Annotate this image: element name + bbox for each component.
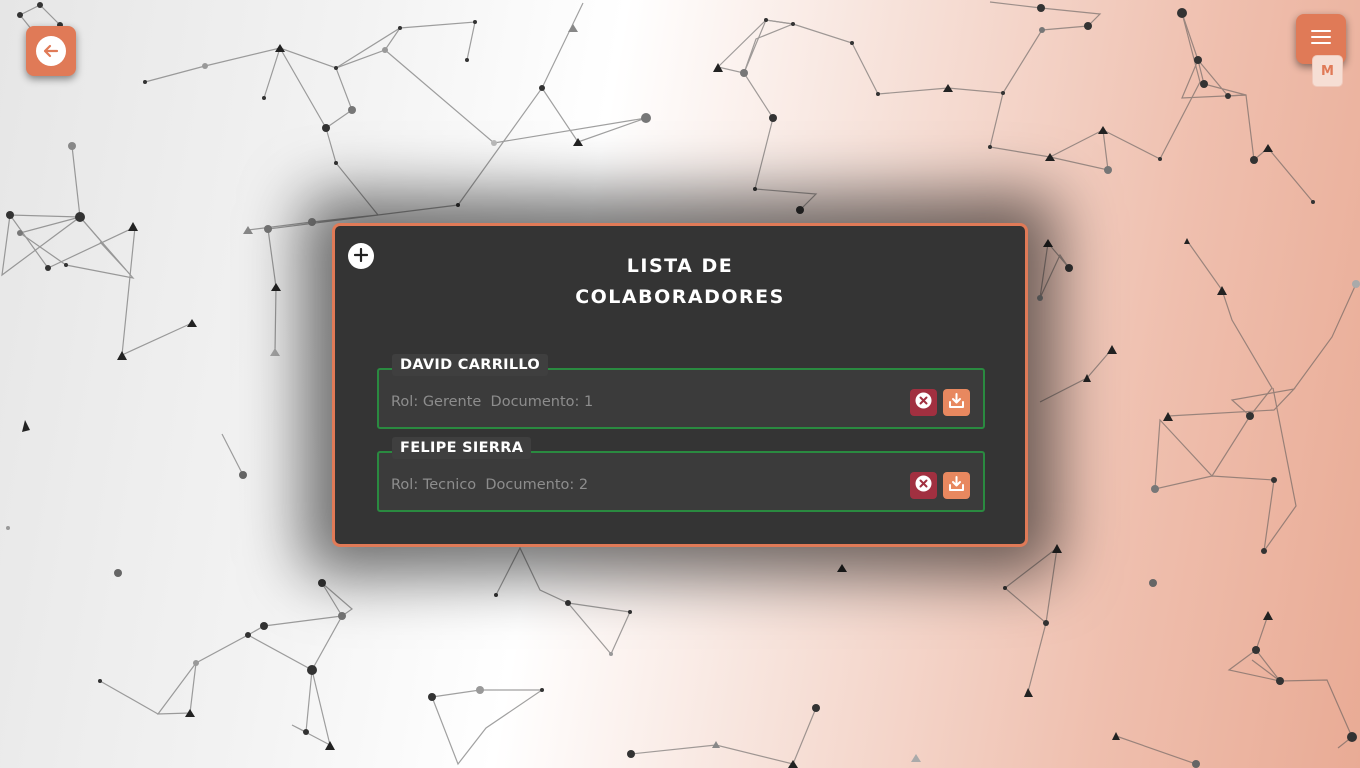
title-line-2: COLABORADORES [575,286,785,308]
back-button[interactable] [26,26,76,76]
collaborators-panel: LISTA DE COLABORADORES DAVID CARRILLO Ro… [332,223,1028,547]
delete-collaborator-button[interactable] [910,472,937,499]
close-circle-icon [915,392,932,413]
arrow-left-icon [36,36,66,66]
page-title: LISTA DE COLABORADORES [335,251,1025,313]
collaborator-card: DAVID CARRILLO Rol: Gerente Documento: 1 [377,354,985,429]
hamburger-menu-icon [1311,29,1331,49]
collaborator-info: Rol: Gerente Documento: 1 [391,394,594,410]
collaborator-card: FELIPE SIERRA Rol: Tecnico Documento: 2 [377,437,985,512]
delete-collaborator-button[interactable] [910,389,937,416]
user-badge[interactable]: M [1312,55,1343,87]
close-circle-icon [915,475,932,496]
download-collaborator-button[interactable] [943,389,970,416]
download-collaborator-button[interactable] [943,472,970,499]
collaborator-name: FELIPE SIERRA [392,437,532,459]
title-line-1: LISTA DE [626,255,734,277]
download-icon [948,392,965,413]
collaborator-name: DAVID CARRILLO [392,354,549,376]
download-icon [948,475,965,496]
collaborator-info: Rol: Tecnico Documento: 2 [391,477,589,493]
